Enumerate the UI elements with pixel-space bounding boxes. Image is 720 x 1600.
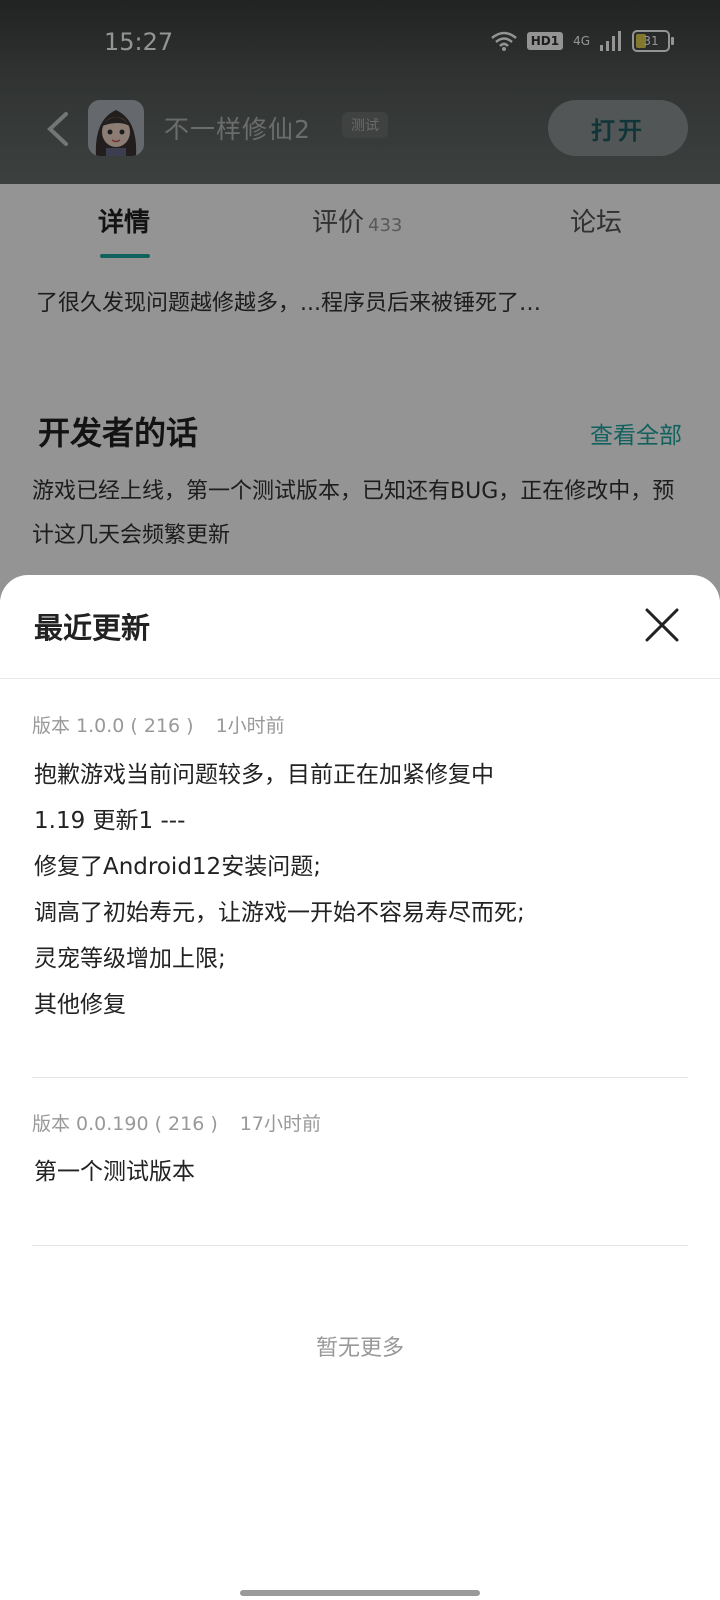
update-time: 1小时前 xyxy=(215,715,285,737)
dim-overlay[interactable] xyxy=(0,0,720,600)
close-icon[interactable] xyxy=(644,607,680,643)
version-meta: 版本 0.0.190 ( 216 ) 17小时前 xyxy=(32,1109,321,1136)
note-line: 1.19 更新1 --- xyxy=(34,808,186,834)
update-notes: 抱歉游戏当前问题较多，目前正在加紧修复中 1.19 更新1 --- 修复了And… xyxy=(34,752,694,1028)
sheet-title: 最近更新 xyxy=(34,611,151,645)
note-line: 调高了初始寿元，让游戏一开始不容易寿尽而死; xyxy=(34,900,525,926)
sheet-divider xyxy=(0,678,720,679)
note-line: 灵宠等级增加上限; xyxy=(34,946,226,972)
home-indicator[interactable] xyxy=(240,1590,480,1596)
update-notes: 第一个测试版本 xyxy=(34,1149,694,1195)
note-line: 第一个测试版本 xyxy=(34,1159,195,1185)
version-label: 版本 0.0.190 ( 216 ) xyxy=(32,1113,218,1135)
version-label: 版本 1.0.0 ( 216 ) xyxy=(32,715,194,737)
version-meta: 版本 1.0.0 ( 216 ) 1小时前 xyxy=(32,711,285,738)
note-line: 其他修复 xyxy=(34,992,126,1018)
note-line: 抱歉游戏当前问题较多，目前正在加紧修复中 xyxy=(34,762,494,788)
recent-updates-sheet: 最近更新 版本 1.0.0 ( 216 ) 1小时前 抱歉游戏当前问题较多，目前正… xyxy=(0,575,720,1600)
no-more-text: 暂无更多 xyxy=(315,1336,404,1361)
update-time: 17小时前 xyxy=(239,1113,321,1135)
entry-divider xyxy=(32,1245,688,1246)
entry-divider xyxy=(32,1077,688,1078)
note-line: 修复了Android12安装问题; xyxy=(34,854,321,880)
